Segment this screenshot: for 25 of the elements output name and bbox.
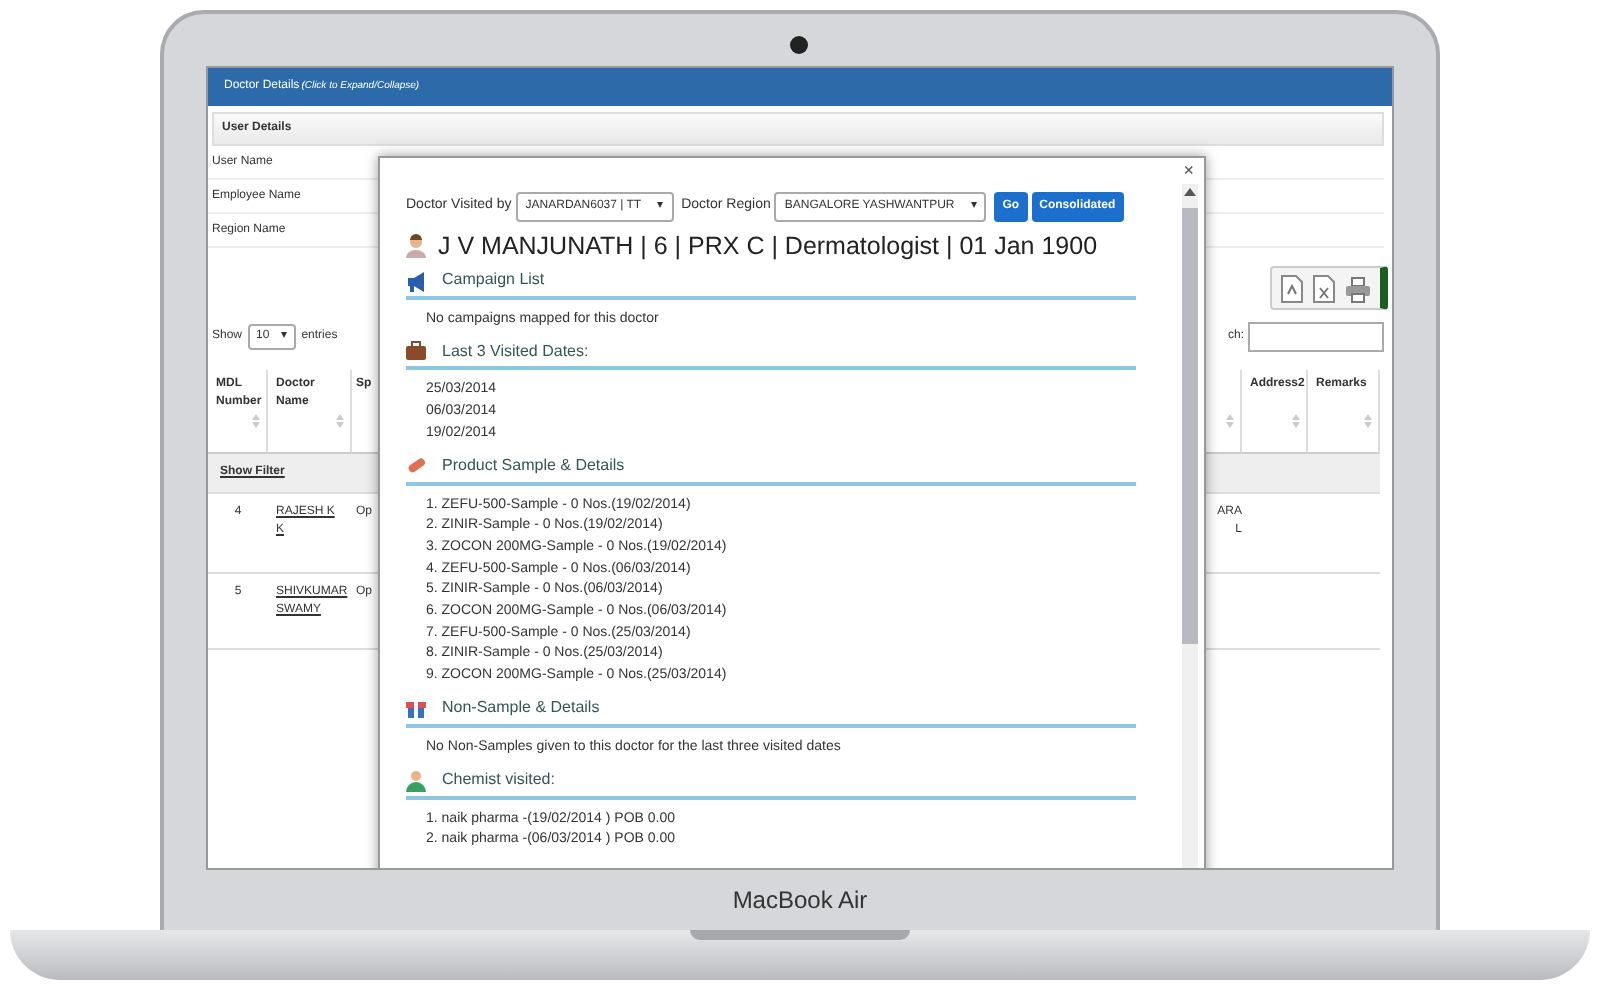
device-label: MacBook Air (732, 884, 868, 918)
person-icon (406, 234, 426, 259)
gift-icon (406, 697, 426, 720)
briefcase-icon (406, 340, 426, 363)
megaphone-icon (406, 269, 426, 292)
camera-icon (790, 36, 808, 54)
document-icon (1280, 274, 1304, 304)
close-button[interactable]: × (1183, 162, 1194, 180)
person-icon (406, 769, 426, 792)
search-field[interactable] (1248, 321, 1384, 351)
sort-icon (252, 414, 260, 428)
section-title: Non-Sample & Details (442, 696, 600, 721)
scrollbar[interactable] (1182, 184, 1198, 868)
sort-icon (1364, 414, 1372, 428)
printer-icon (1344, 274, 1372, 304)
sort-icon (336, 414, 344, 428)
section-title: Chemist visited: (442, 768, 555, 793)
section-title: Last 3 Visited Dates: (442, 339, 589, 364)
doctor-heading: J V MANJUNATH | 6 | PRX C | Dermatologist | 01 Jan 1900 (438, 230, 1098, 264)
sort-icon (1226, 414, 1234, 428)
sort-icon (1292, 414, 1300, 428)
document-icon (1312, 274, 1336, 304)
section-title: Product Sample & Details (442, 454, 625, 479)
section-title: Campaign List (442, 268, 545, 293)
pill-icon (406, 455, 426, 478)
